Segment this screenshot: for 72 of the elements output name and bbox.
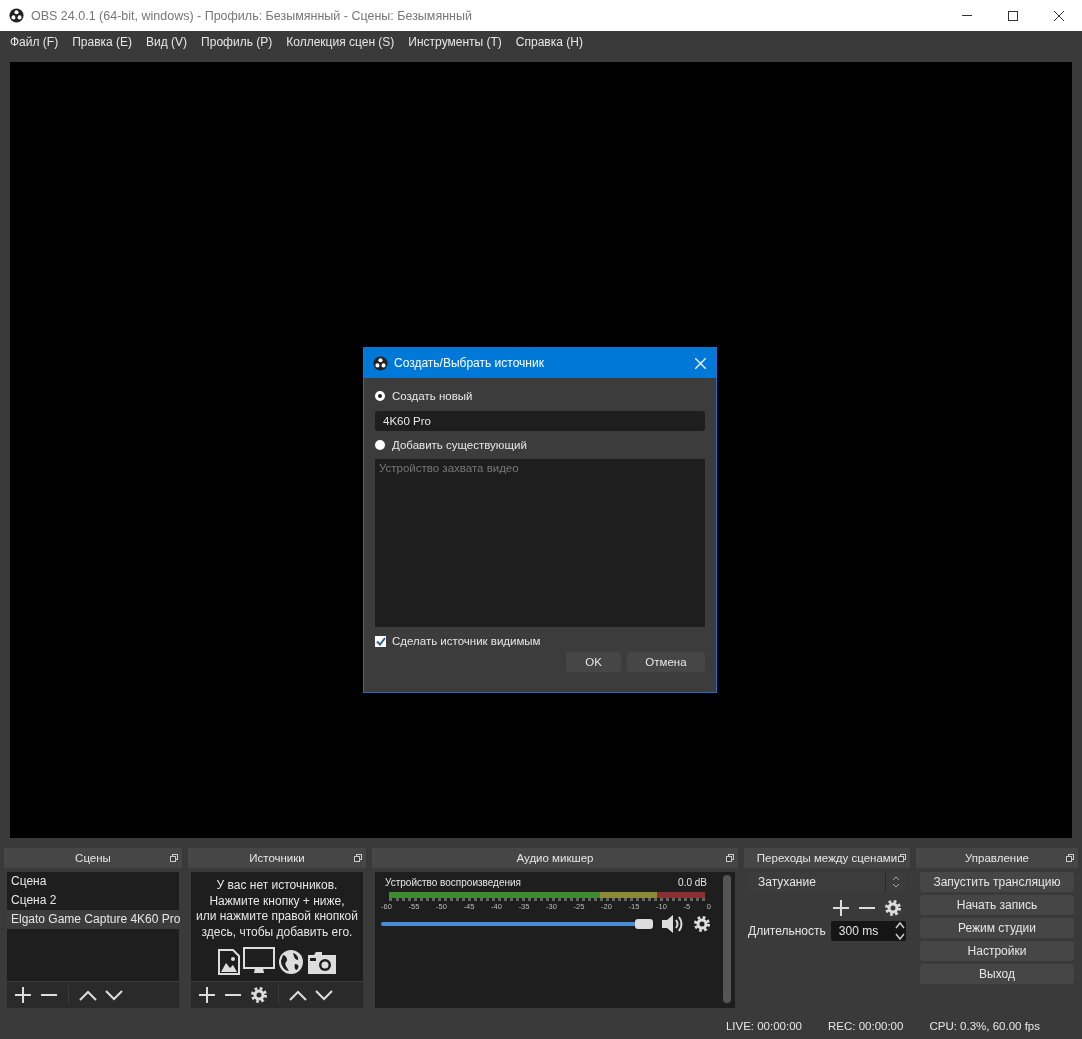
radio-label: Создать новый	[392, 390, 473, 402]
settings-icon[interactable]	[250, 986, 268, 1004]
dock-title: Аудио микшер	[516, 852, 594, 864]
move-up-icon[interactable]	[289, 989, 307, 1001]
dialog-button[interactable]: Отмена	[627, 652, 705, 672]
spinner-arrows-icon	[892, 876, 900, 888]
volume-slider[interactable]	[381, 919, 653, 929]
cpu-status: CPU: 0.3%, 60.00 fps	[929, 1019, 1040, 1032]
channel-name: Устройство воспроизведения	[385, 877, 522, 888]
duration-label: Длительность	[748, 924, 826, 938]
menu-item[interactable]: Файл (F)	[4, 34, 67, 49]
settings-icon[interactable]	[884, 899, 902, 917]
float-dock-icon[interactable]	[354, 854, 362, 862]
dock-title: Переходы между сценами	[756, 852, 898, 864]
scene-item[interactable]: Сцена	[7, 872, 179, 891]
obs-logo-icon	[373, 355, 388, 371]
control-button[interactable]: Выход	[920, 964, 1074, 984]
dock-title: Источники	[249, 852, 305, 864]
float-dock-icon[interactable]	[726, 854, 734, 862]
window-title: OBS 24.0.1 (64-bit, windows) - Профиль: Безымянный - Сцены: Безымянный	[31, 8, 473, 23]
remove-icon[interactable]	[858, 906, 876, 910]
dialog-button[interactable]: OK	[566, 652, 621, 672]
globe-icon	[277, 949, 304, 975]
menu-item[interactable]: Вид (V)	[140, 34, 196, 49]
add-icon[interactable]	[198, 986, 216, 1004]
float-dock-icon[interactable]	[898, 854, 906, 862]
move-down-icon[interactable]	[315, 989, 333, 1001]
spinner-arrows-icon[interactable]	[894, 920, 906, 942]
dialog-title: Создать/Выбрать источник	[394, 356, 544, 370]
move-down-icon[interactable]	[105, 989, 123, 1001]
scrollbar[interactable]	[723, 875, 731, 1003]
checkbox-label: Сделать источник видимым	[392, 635, 541, 647]
menu-item[interactable]: Справка (H)	[509, 34, 591, 49]
control-button[interactable]: Настройки	[920, 941, 1074, 961]
rec-status: REC: 00:00:00	[827, 1019, 904, 1032]
dock-title: Управление	[965, 852, 1029, 864]
add-icon[interactable]	[14, 986, 32, 1004]
monitor-icon	[242, 947, 275, 975]
radio-label: Добавить существующий	[392, 439, 527, 451]
scene-item[interactable]: Elgato Game Capture 4K60 Pro	[7, 910, 179, 929]
remove-icon[interactable]	[40, 993, 58, 997]
control-button[interactable]: Режим студии	[920, 918, 1074, 938]
name-input-field[interactable]: 4K60 Pro	[375, 411, 705, 431]
duration-field[interactable]: 300 ms	[830, 921, 906, 941]
control-button[interactable]: Запустить трансляцию	[920, 872, 1074, 892]
control-button[interactable]: Начать запись	[920, 895, 1074, 915]
remove-icon[interactable]	[224, 993, 242, 997]
radio-icon[interactable]	[375, 391, 385, 401]
menu-item[interactable]: Коллекция сцен (S)	[280, 34, 403, 49]
menu-item[interactable]: Правка (E)	[66, 34, 141, 49]
close-icon[interactable]	[1054, 10, 1064, 21]
settings-icon[interactable]	[693, 915, 711, 933]
speaker-icon[interactable]	[661, 914, 685, 934]
live-status: LIVE: 00:00:00	[725, 1019, 802, 1032]
dock-title: Сцены	[75, 852, 111, 864]
maximize-icon[interactable]	[1008, 10, 1018, 21]
float-dock-icon[interactable]	[170, 854, 178, 862]
obs-logo-icon	[9, 8, 24, 23]
image-icon	[217, 949, 240, 975]
float-dock-icon[interactable]	[1066, 854, 1074, 862]
radio-option[interactable]: Создать новый	[375, 386, 705, 406]
radio-icon[interactable]	[375, 440, 385, 450]
scene-item[interactable]: Сцена 2	[7, 891, 179, 910]
move-up-icon[interactable]	[79, 989, 97, 1001]
volume-reading: 0.0 dB	[678, 877, 707, 888]
menu-item[interactable]: Профиль (P)	[195, 34, 281, 49]
add-icon[interactable]	[832, 899, 850, 917]
radio-option[interactable]: Добавить существующий	[375, 435, 705, 455]
checkbox[interactable]	[375, 635, 386, 647]
camera-icon	[306, 951, 337, 975]
menu-item[interactable]: Инструменты (T)	[402, 34, 510, 49]
empty-sources-message: У вас нет источников. Нажмите кнопку + ниже, или нажмите правой кнопкой здесь, чтобы добавить его.	[195, 877, 359, 940]
